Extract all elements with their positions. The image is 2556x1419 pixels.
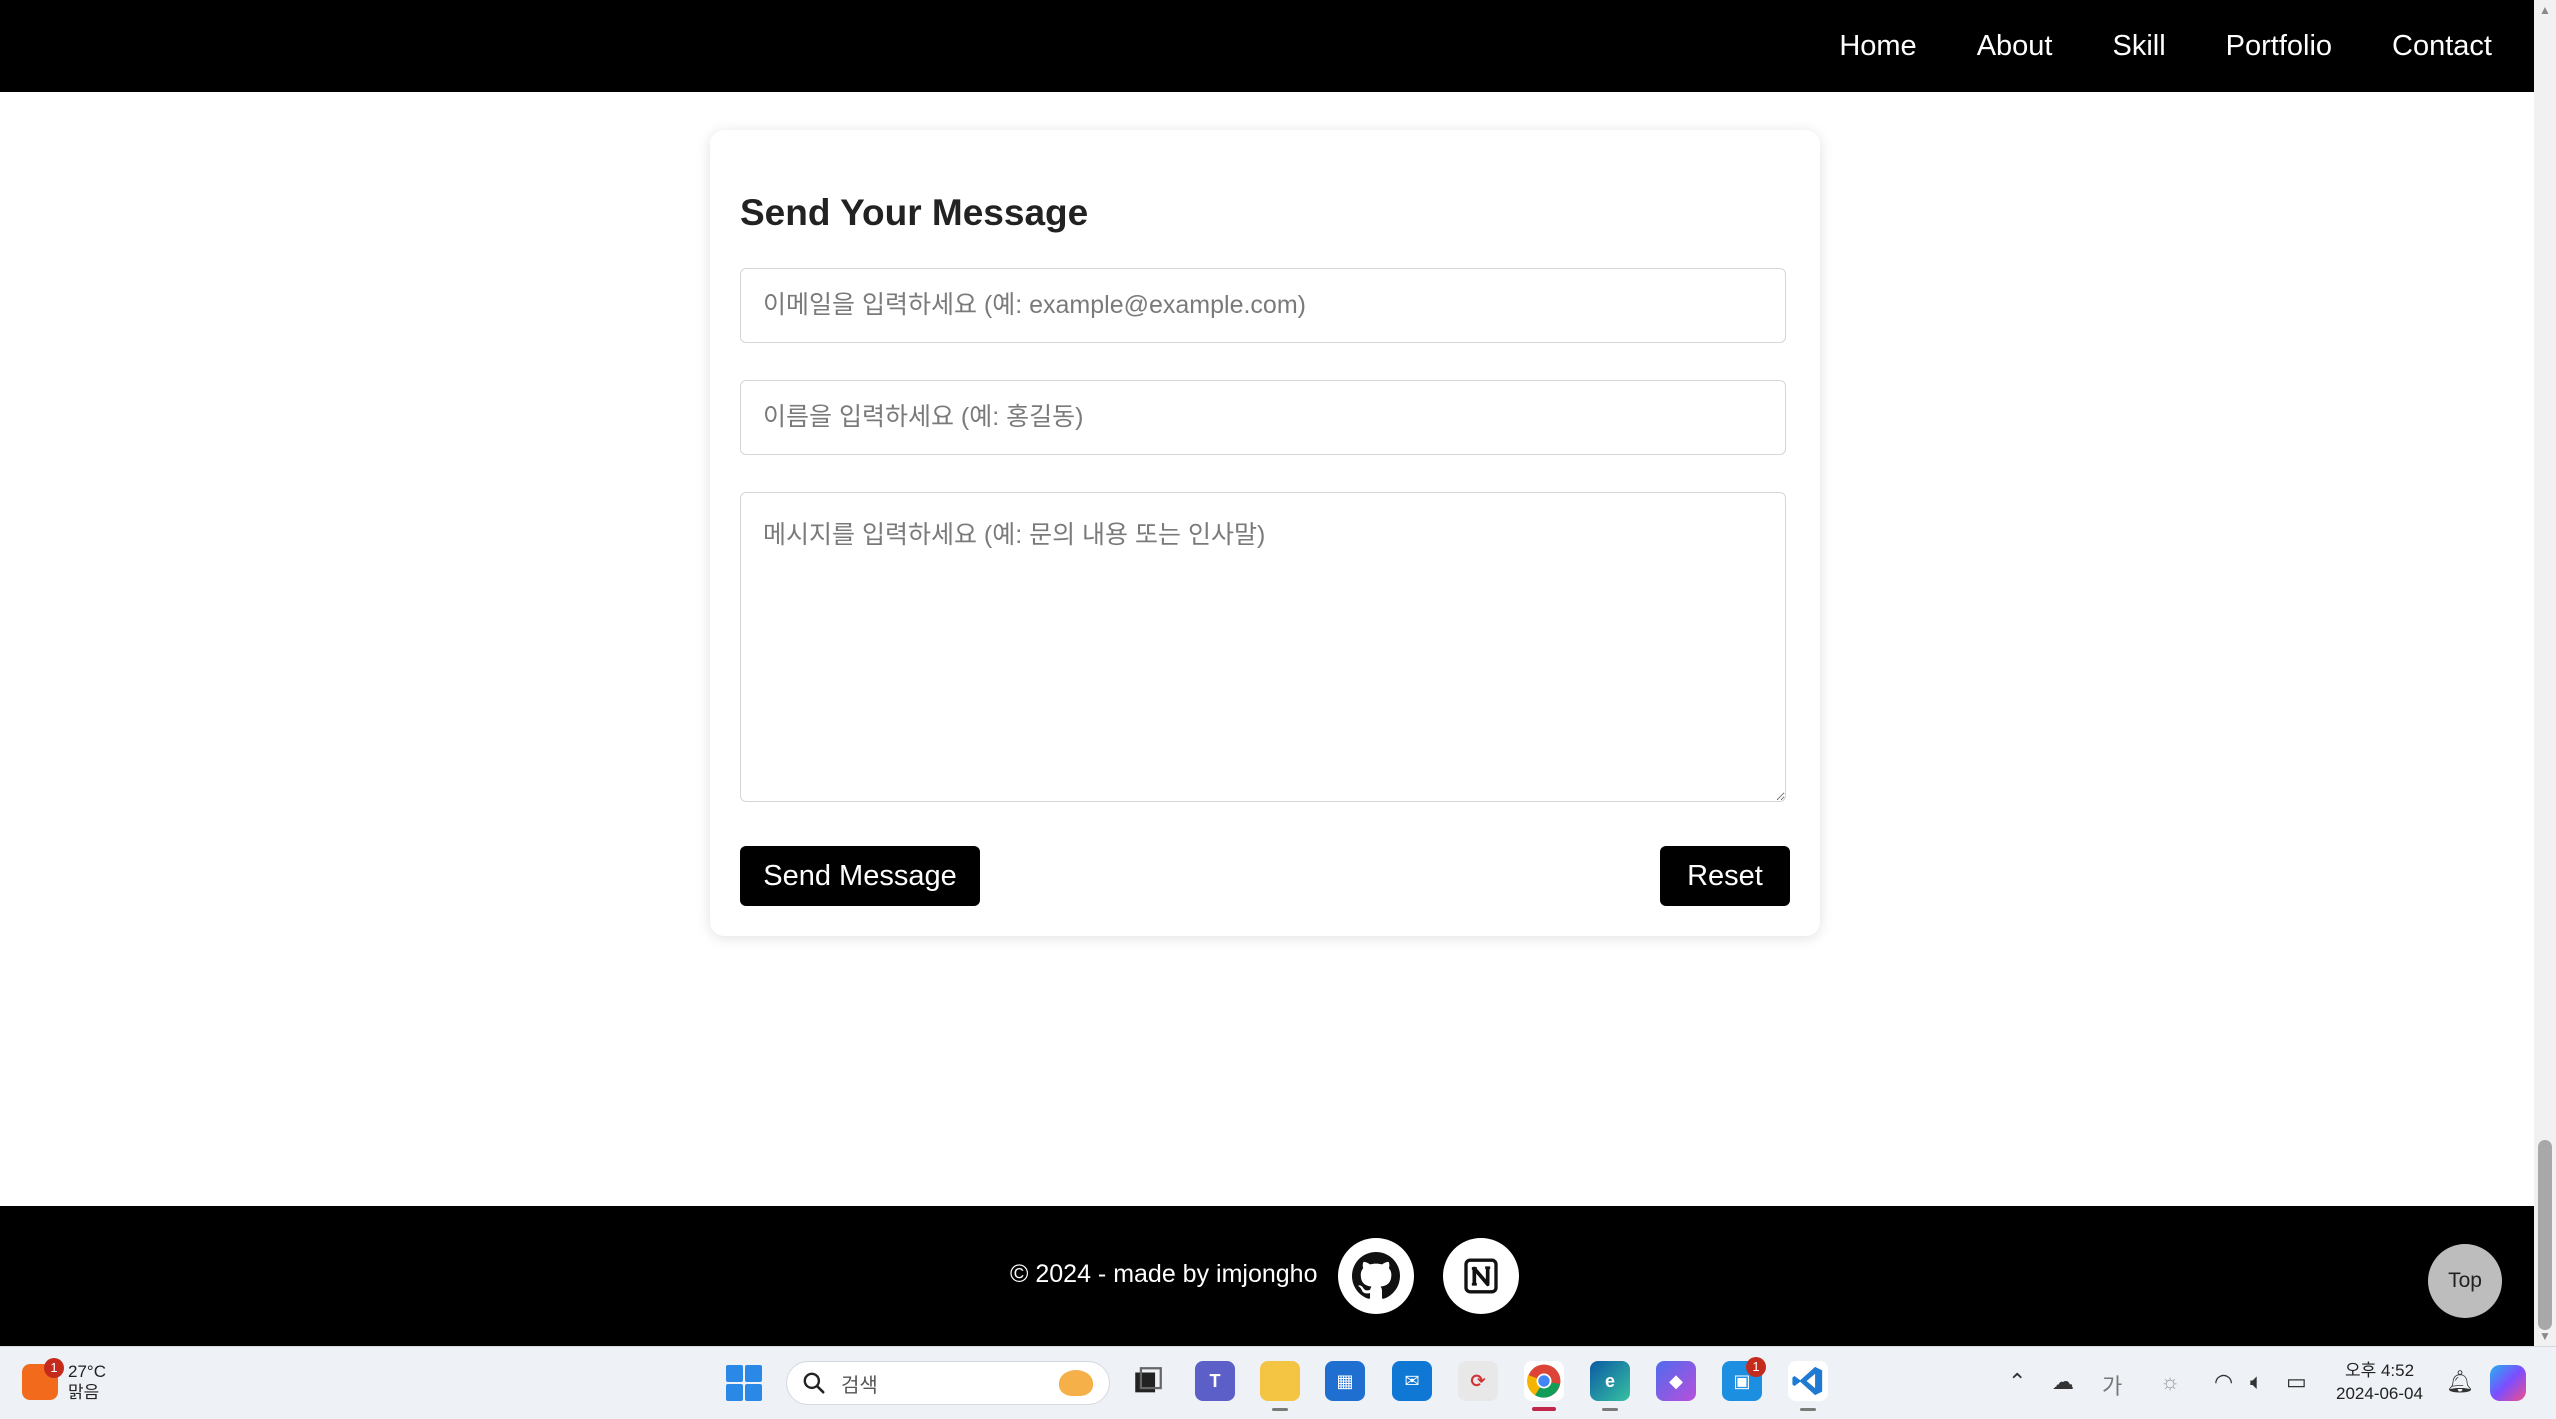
vscode-app[interactable] bbox=[1788, 1361, 1828, 1411]
windows-logo-icon bbox=[726, 1365, 743, 1382]
email-field[interactable] bbox=[740, 268, 1786, 343]
onedrive-icon[interactable]: ☁ bbox=[2052, 1369, 2074, 1395]
teams-app[interactable]: T bbox=[1195, 1361, 1235, 1401]
scrollbar-thumb[interactable] bbox=[2538, 1140, 2552, 1330]
nav-home[interactable]: Home bbox=[1839, 30, 1916, 63]
github-link[interactable] bbox=[1338, 1238, 1414, 1314]
nav-about[interactable]: About bbox=[1977, 30, 2053, 63]
nav-portfolio[interactable]: Portfolio bbox=[2226, 30, 2332, 63]
copilot-app-icon: ◆ bbox=[1669, 1370, 1683, 1391]
weather-temp: 27°C bbox=[68, 1362, 106, 1381]
search-label: 검색 bbox=[841, 1374, 878, 1397]
weather-badge: 1 bbox=[44, 1358, 64, 1378]
copilot-icon[interactable] bbox=[2490, 1365, 2526, 1401]
nav-menu: Home About Skill Portfolio Contact bbox=[1809, 0, 2522, 92]
ime-indicator[interactable]: 가 bbox=[2102, 1369, 2122, 1401]
show-hidden-icons[interactable]: ⌃ bbox=[2008, 1369, 2026, 1395]
system-clock[interactable]: 오후 4:52 2024-06-04 bbox=[2336, 1359, 2423, 1405]
chrome-icon bbox=[1527, 1364, 1561, 1398]
sync-app[interactable]: ⟳ bbox=[1458, 1361, 1498, 1401]
weather-desc: 맑음 bbox=[68, 1383, 100, 1402]
volume-icon[interactable]: 🔈︎ bbox=[2250, 1369, 2263, 1395]
task-view-icon bbox=[1135, 1367, 1162, 1393]
weather-text: 27°C 맑음 bbox=[68, 1361, 106, 1403]
file-explorer-app[interactable] bbox=[1260, 1361, 1300, 1411]
reset-button[interactable]: Reset bbox=[1660, 846, 1790, 906]
clock-date: 2024-06-04 bbox=[2336, 1384, 2423, 1403]
notification-bell-icon[interactable]: 🔔︎ bbox=[2446, 1369, 2474, 1395]
page-scrollbar[interactable]: ▲ ▼ bbox=[2534, 0, 2556, 1346]
scroll-down-icon[interactable]: ▼ bbox=[2534, 1326, 2556, 1346]
store-app[interactable]: ▦ bbox=[1325, 1361, 1365, 1401]
navbar: Home About Skill Portfolio Contact bbox=[0, 0, 2534, 92]
app-badge: 1 bbox=[1746, 1357, 1766, 1377]
edge-app[interactable]: e bbox=[1590, 1361, 1630, 1411]
taskbar-search[interactable]: 검색 bbox=[786, 1361, 1110, 1405]
battery-icon[interactable]: ▭ bbox=[2286, 1369, 2307, 1395]
notion-icon bbox=[1464, 1258, 1498, 1294]
message-field[interactable] bbox=[740, 492, 1786, 802]
scroll-up-icon[interactable]: ▲ bbox=[2534, 0, 2556, 20]
wifi-icon[interactable]: ◠ bbox=[2214, 1369, 2233, 1395]
browser-viewport: Home About Skill Portfolio Contact Send … bbox=[0, 0, 2534, 1346]
notification-app[interactable]: ▣ 1 bbox=[1722, 1357, 1766, 1401]
search-icon bbox=[803, 1372, 825, 1394]
nav-skill[interactable]: Skill bbox=[2112, 30, 2165, 63]
nav-contact[interactable]: Contact bbox=[2392, 30, 2492, 63]
sync-icon: ⟳ bbox=[1470, 1370, 1486, 1391]
copyright-text: © 2024 - made by imjongho bbox=[1010, 1260, 1318, 1288]
windows-taskbar: 1 27°C 맑음 검색 T ▦ ✉ ⟳ e ◆ ▣ 1 ⌃ ☁ 가 ☼ ◠ 🔈… bbox=[0, 1346, 2556, 1419]
footer: © 2024 - made by imjongho Top bbox=[0, 1206, 2534, 1346]
github-icon bbox=[1352, 1252, 1400, 1299]
weather-icon: 1 bbox=[22, 1358, 64, 1400]
mail-icon: ✉ bbox=[1404, 1370, 1420, 1391]
form-title: Send Your Message bbox=[740, 192, 1089, 233]
name-field[interactable] bbox=[740, 380, 1786, 455]
settings-icon[interactable]: ☼ bbox=[2160, 1369, 2180, 1395]
store-icon: ▦ bbox=[1336, 1370, 1354, 1391]
vscode-icon bbox=[1792, 1366, 1823, 1396]
search-highlight-icon bbox=[1059, 1370, 1093, 1396]
task-view-button[interactable] bbox=[1128, 1361, 1168, 1401]
clock-time: 오후 4:52 bbox=[2344, 1361, 2415, 1380]
copilot-app[interactable]: ◆ bbox=[1656, 1361, 1696, 1401]
contact-form-card: Send Your Message Send Message Reset bbox=[710, 130, 1820, 936]
weather-widget[interactable]: 1 27°C 맑음 bbox=[22, 1358, 106, 1403]
scroll-top-button[interactable]: Top bbox=[2428, 1244, 2502, 1318]
chrome-app[interactable] bbox=[1524, 1361, 1564, 1411]
teams-icon: T bbox=[1209, 1370, 1221, 1391]
mail-app[interactable]: ✉ bbox=[1392, 1361, 1432, 1401]
start-button[interactable] bbox=[726, 1365, 762, 1401]
send-message-button[interactable]: Send Message bbox=[740, 846, 980, 906]
edge-icon: e bbox=[1604, 1370, 1615, 1391]
notion-link[interactable] bbox=[1443, 1238, 1519, 1314]
